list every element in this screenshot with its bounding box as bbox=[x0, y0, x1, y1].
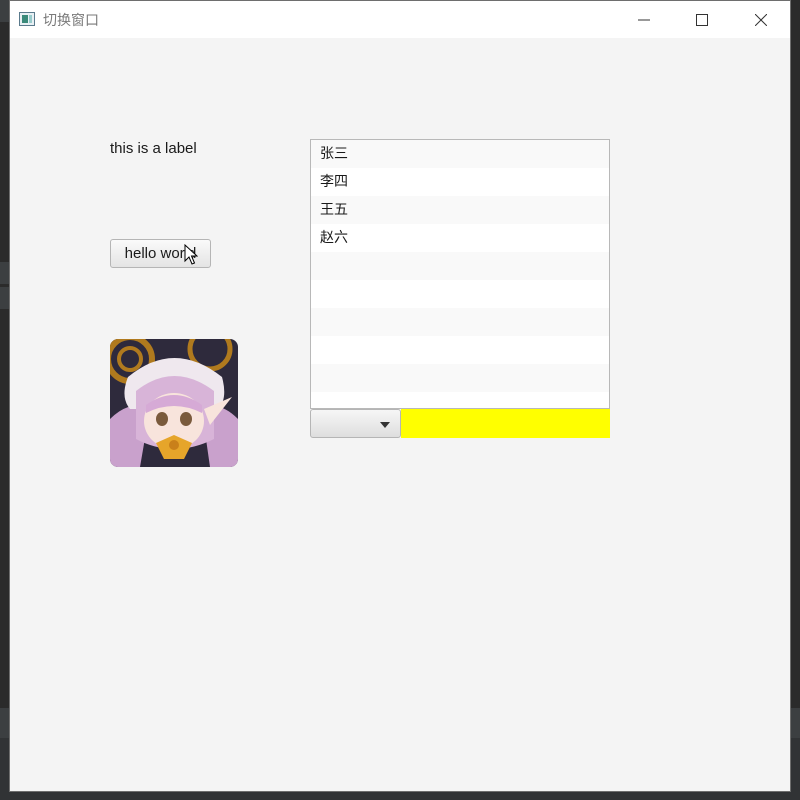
list-item bbox=[311, 336, 609, 364]
app-icon bbox=[19, 12, 35, 26]
minimize-icon bbox=[638, 19, 650, 20]
maximize-button[interactable] bbox=[673, 1, 731, 38]
list-item bbox=[311, 392, 609, 408]
list-item bbox=[311, 252, 609, 280]
list-item bbox=[311, 364, 609, 392]
ide-editor-edge bbox=[0, 0, 9, 800]
title-bar[interactable]: 切换窗口 bbox=[10, 1, 790, 38]
mouse-cursor-icon bbox=[184, 244, 198, 265]
close-icon bbox=[755, 13, 767, 26]
combo-box[interactable] bbox=[310, 409, 401, 438]
avatar-image bbox=[110, 339, 238, 467]
chevron-down-icon bbox=[380, 422, 390, 428]
close-button[interactable] bbox=[732, 1, 790, 38]
list-item[interactable]: 赵六 bbox=[311, 224, 609, 252]
minimize-button[interactable] bbox=[615, 1, 673, 38]
window-title: 切换窗口 bbox=[43, 13, 99, 29]
list-item bbox=[311, 308, 609, 336]
app-window: 切换窗口 this is a label hello world 张三 李四 王… bbox=[9, 0, 791, 792]
list-item bbox=[311, 280, 609, 308]
maximize-icon bbox=[696, 13, 708, 26]
name-list[interactable]: 张三 李四 王五 赵六 bbox=[310, 139, 610, 409]
yellow-panel bbox=[401, 409, 610, 438]
list-item[interactable]: 李四 bbox=[311, 168, 609, 196]
text-label: this is a label bbox=[110, 140, 197, 157]
list-item[interactable]: 张三 bbox=[311, 140, 609, 168]
list-item[interactable]: 王五 bbox=[311, 196, 609, 224]
window-content: this is a label hello world 张三 李四 王五 赵六 bbox=[10, 38, 790, 791]
